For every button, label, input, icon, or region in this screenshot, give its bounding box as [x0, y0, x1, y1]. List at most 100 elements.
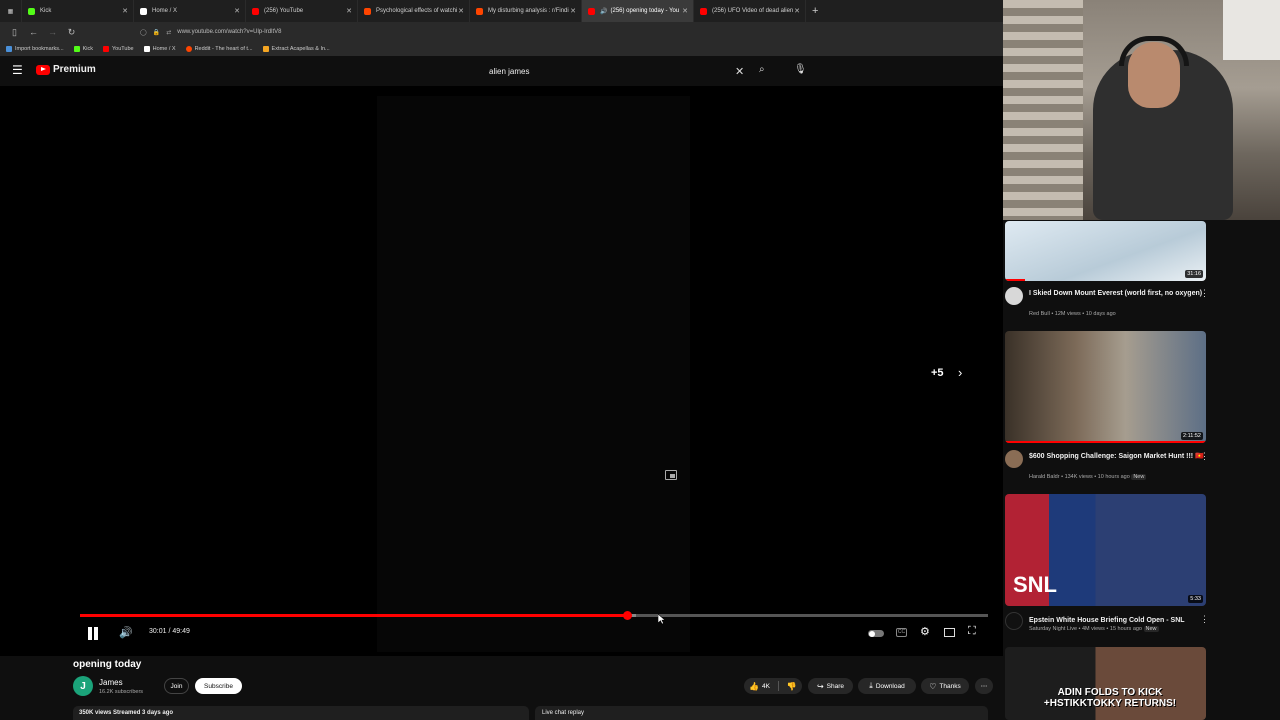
bookmark-youtube[interactable]: YouTube — [103, 46, 134, 52]
close-tab-icon[interactable]: ✕ — [234, 7, 240, 15]
forward-icon[interactable]: → — [48, 27, 57, 37]
channel-avatar[interactable] — [1005, 450, 1023, 468]
video-frame[interactable] — [377, 96, 690, 652]
youtube-header: ☰ Premium alien james ✕ ⌕ 🎙 — [0, 56, 1003, 86]
bookmark-kick[interactable]: Kick — [73, 46, 93, 52]
reddit-favicon-icon — [476, 7, 483, 15]
captions-icon[interactable]: CC — [896, 628, 907, 637]
channel-name[interactable]: Red Bull — [1029, 311, 1050, 317]
thumbs-up-icon[interactable]: 👍 — [749, 682, 759, 691]
share-icon: ↪ — [816, 681, 824, 691]
fullscreen-icon[interactable]: ⛶ — [968, 625, 976, 638]
video-title[interactable]: I Skied Down Mount Everest (world first,… — [1029, 289, 1204, 298]
youtube-favicon-icon — [103, 46, 109, 52]
live-chat-replay[interactable]: Live chat replay — [535, 706, 988, 720]
search-icon[interactable]: ⌕ — [759, 64, 765, 75]
tab-label: Kick — [40, 8, 52, 14]
progress-bar[interactable] — [80, 611, 988, 620]
close-tab-icon[interactable]: ✕ — [682, 7, 688, 15]
subscribe-button[interactable]: Subscribe — [195, 678, 242, 694]
folder-icon — [262, 46, 269, 52]
youtube-premium-logo[interactable]: Premium — [36, 64, 96, 75]
autoplay-toggle[interactable] — [868, 630, 884, 637]
volume-icon[interactable]: 🔊 — [119, 626, 133, 639]
like-count[interactable]: 4K — [762, 683, 770, 690]
channel-avatar[interactable] — [1005, 287, 1023, 305]
description-box[interactable]: 350K views Streamed 3 days ago — [73, 706, 529, 720]
more-actions-icon[interactable]: ⋯ — [975, 678, 993, 694]
tab-ufo[interactable]: (256) UFO Video of dead alien ✕ — [694, 0, 806, 22]
youtube-favicon-icon — [252, 7, 259, 15]
tab-x[interactable]: Home / X ✕ — [134, 0, 246, 22]
bookmark-x[interactable]: Home / X — [143, 46, 176, 52]
video-thumbnail[interactable]: 31:16 — [1005, 221, 1206, 281]
search-input[interactable]: alien james — [484, 62, 752, 80]
close-tab-icon[interactable]: ✕ — [122, 7, 128, 15]
thumbs-down-icon[interactable]: 👎 — [787, 682, 797, 691]
close-tab-icon[interactable]: ✕ — [346, 7, 352, 15]
miniplayer-icon[interactable] — [944, 628, 955, 637]
tab-opening-today[interactable]: 🔊 (256) opening today - You ✕ — [582, 0, 694, 22]
gear-icon[interactable]: ⚙ — [920, 625, 930, 638]
import-icon — [6, 46, 12, 52]
picture-in-picture-icon[interactable] — [665, 470, 677, 480]
close-tab-icon[interactable]: ✕ — [458, 7, 464, 15]
like-dislike-group: 👍 4K 👎 — [744, 678, 802, 694]
video-duration: 5:33 — [1188, 595, 1203, 603]
more-options-icon[interactable]: ⋮ — [1200, 614, 1209, 625]
chevron-right-icon[interactable]: › — [958, 365, 962, 380]
tab-youtube[interactable]: (256) YouTube ✕ — [246, 0, 358, 22]
back-icon[interactable]: ← — [29, 27, 38, 37]
join-button[interactable]: Join — [164, 678, 189, 694]
channel-avatar[interactable] — [1005, 612, 1023, 630]
tab-label: (256) YouTube — [264, 8, 304, 14]
new-tab-icon[interactable]: + — [812, 5, 818, 17]
youtube-play-logo-icon — [36, 64, 50, 75]
channel-name[interactable]: Saturday Night Live — [1029, 626, 1077, 632]
tab-reddit-analysis[interactable]: My disturbing analysis : r/Findi ✕ — [470, 0, 582, 22]
video-thumbnail[interactable]: SNL 5:33 — [1005, 494, 1206, 606]
video-title[interactable]: $600 Shopping Challenge: Saigon Market H… — [1029, 452, 1204, 461]
pause-button[interactable] — [87, 627, 99, 640]
share-button[interactable]: ↪ Share — [808, 678, 853, 694]
tab-kick[interactable]: Kick ✕ — [22, 0, 134, 22]
next-video-count[interactable]: +5 — [931, 367, 944, 379]
video-duration: 31:16 — [1185, 270, 1203, 278]
close-tab-icon[interactable]: ✕ — [794, 7, 800, 15]
bookmark-label: Import bookmarks... — [15, 46, 64, 52]
more-options-icon[interactable]: ⋮ — [1200, 451, 1209, 462]
share-label: Share — [826, 682, 845, 690]
reload-icon[interactable]: ↻ — [67, 27, 76, 38]
youtube-favicon-icon — [700, 7, 707, 15]
x-favicon-icon — [140, 7, 147, 15]
video-thumbnail[interactable]: 2:11:52 — [1005, 331, 1206, 443]
channel-name[interactable]: James — [99, 678, 123, 687]
video-meta: Red Bull • 12M views • 10 days ago — [1029, 311, 1116, 317]
video-thumbnail[interactable]: ADIN FOLDS TO KICK +HSTIKKTOKKY RETURNS! — [1005, 647, 1206, 720]
clear-search-icon[interactable]: ✕ — [735, 65, 744, 78]
tab-list-icon[interactable]: ▦ — [0, 0, 22, 22]
bookmark-reddit[interactable]: Reddit - The heart of t... — [185, 46, 253, 52]
video-title[interactable]: Epstein White House Briefing Cold Open -… — [1029, 616, 1204, 625]
video-meta: Saturday Night Live • 4M views • 15 hour… — [1029, 626, 1159, 632]
url-text[interactable]: www.youtube.com/watch?v=Ulp-IrdltV8 — [177, 29, 281, 35]
microphone-icon[interactable]: 🎙 — [794, 64, 807, 75]
video-player[interactable]: +5 › 🔊 30:01 / 49:49 CC ⚙ ⛶ — [0, 86, 1003, 656]
bookmark-label: Home / X — [152, 46, 176, 52]
bookmark-label: Extract Acapellas & In... — [271, 46, 330, 52]
channel-name[interactable]: Harald Baldr — [1029, 474, 1060, 480]
tab-label: (256) opening today - You — [610, 8, 680, 14]
thanks-button[interactable]: ♡ Thanks — [921, 678, 969, 694]
more-options-icon[interactable]: ⋮ — [1200, 288, 1209, 299]
bookmark-acapellas[interactable]: Extract Acapellas & In... — [262, 46, 330, 52]
omnibox[interactable]: ◯ 🔒 ⇄ www.youtube.com/watch?v=Ulp-IrdltV… — [140, 29, 281, 36]
hamburger-menu-icon[interactable]: ☰ — [12, 64, 24, 76]
bookmark-import[interactable]: Import bookmarks... — [6, 46, 64, 52]
sidebar-toggle-icon[interactable]: ▯ — [10, 27, 19, 38]
close-tab-icon[interactable]: ✕ — [570, 7, 576, 15]
download-button[interactable]: ⤓ Download — [858, 678, 916, 694]
channel-avatar[interactable]: J — [73, 676, 93, 696]
thanks-label: Thanks — [939, 682, 961, 690]
mouse-cursor-icon — [658, 614, 666, 625]
tab-reddit-psych[interactable]: Psychological effects of watchi ✕ — [358, 0, 470, 22]
